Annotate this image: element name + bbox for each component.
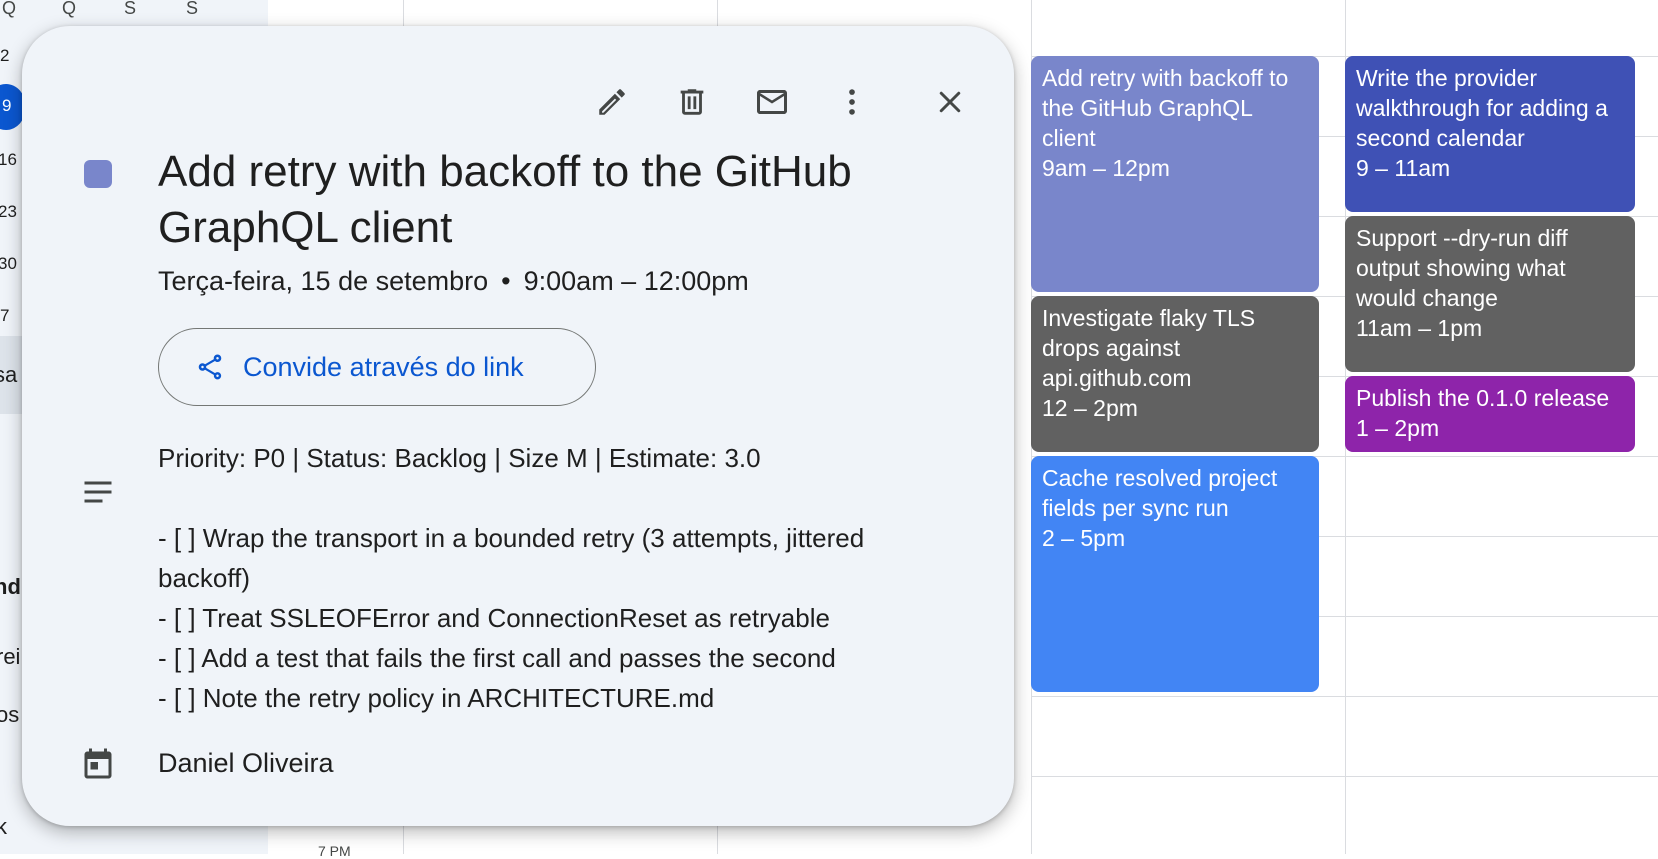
- close-icon: [939, 91, 961, 113]
- event-title: Add retry with backoff to the GitHub Gra…: [1042, 65, 1289, 151]
- event-detail-card: Add retry with backoff to the GitHub Gra…: [22, 26, 1014, 826]
- mini-day-today-label: 9: [2, 96, 12, 115]
- mail-icon: [757, 90, 787, 114]
- event-time: 9am – 12pm: [1042, 155, 1170, 181]
- event-description: Priority: P0 | Status: Backlog | Size M …: [158, 438, 958, 718]
- more-options-button[interactable]: [832, 82, 872, 122]
- weekday-header: S: [124, 0, 137, 18]
- event-time: 2 – 5pm: [1042, 525, 1126, 551]
- event-title: Write the provider walkthrough for addin…: [1356, 65, 1608, 151]
- sidebar-text-fragment: os: [0, 702, 20, 727]
- weekday-header: Q: [2, 0, 17, 18]
- invite-via-link-label: Convide através do link: [243, 351, 524, 382]
- mini-day[interactable]: 23: [0, 202, 17, 222]
- calendar-event[interactable]: Cache resolved project fields per sync r…: [1031, 456, 1319, 692]
- share-icon: [198, 354, 222, 380]
- description-line: - [ ] Note the retry policy in ARCHITECT…: [158, 683, 715, 713]
- event-title: Publish the 0.1.0 release: [1356, 385, 1610, 411]
- event-title: Cache resolved project fields per sync r…: [1042, 465, 1278, 521]
- mini-day[interactable]: 16: [0, 150, 17, 170]
- event-time: 11am – 1pm: [1356, 315, 1483, 341]
- description-line: - [ ] Wrap the transport in a bounded re…: [158, 523, 865, 593]
- calendar-owner: Daniel Oliveira: [158, 748, 334, 778]
- calendar-event[interactable]: Add retry with backoff to the GitHub Gra…: [1031, 56, 1319, 292]
- pencil-icon: [599, 89, 625, 115]
- close-button[interactable]: [930, 82, 970, 122]
- hour-line: [1031, 696, 1658, 697]
- event-time: 9:00am – 12:00pm: [523, 266, 749, 296]
- weekday-header: S: [186, 0, 199, 18]
- sidebar-text-fragment: k: [0, 814, 7, 839]
- event-title: Investigate flaky TLS drops against api.…: [1042, 305, 1256, 391]
- event-date: Terça-feira, 15 de setembro: [158, 266, 489, 296]
- hour-line: [1031, 776, 1658, 777]
- sidebar-text-fragment: nd: [0, 574, 21, 599]
- calendar-event[interactable]: Publish the 0.1.0 release 1 – 2pm: [1345, 376, 1635, 452]
- delete-button[interactable]: [672, 82, 712, 122]
- datetime-separator: •: [501, 266, 511, 296]
- calendar-icon: [84, 748, 112, 779]
- hour-label: 7 PM: [318, 843, 351, 859]
- event-time: 1 – 2pm: [1356, 415, 1440, 441]
- event-title: Support --dry-run diff output showing wh…: [1356, 225, 1568, 311]
- calendar-event[interactable]: Write the provider walkthrough for addin…: [1345, 56, 1635, 212]
- event-time: 9 – 11am: [1356, 155, 1451, 181]
- notes-icon: [84, 481, 112, 503]
- event-time: 12 – 2pm: [1042, 395, 1138, 421]
- trash-icon: [680, 89, 704, 115]
- invite-via-link-button[interactable]: Convide através do link: [158, 328, 596, 406]
- mini-day[interactable]: 7: [0, 306, 9, 326]
- sidebar-text-fragment: rei: [0, 644, 21, 669]
- calendar-event[interactable]: Investigate flaky TLS drops against api.…: [1031, 296, 1319, 452]
- mini-day[interactable]: 30: [0, 254, 17, 274]
- edit-button[interactable]: [592, 82, 632, 122]
- event-datetime: Terça-feira, 15 de setembro • 9:00am – 12:…: [158, 266, 749, 297]
- mini-day[interactable]: 2: [0, 46, 9, 66]
- email-guests-button[interactable]: [752, 82, 792, 122]
- calendar-event[interactable]: Support --dry-run diff output showing wh…: [1345, 216, 1635, 372]
- sidebar-text-fragment: sa: [0, 362, 18, 387]
- description-line: [158, 478, 958, 518]
- weekday-header: Q: [62, 0, 77, 18]
- event-color-swatch: [84, 160, 112, 188]
- description-line: - [ ] Add a test that fails the first ca…: [158, 643, 836, 673]
- description-line: Priority: P0 | Status: Backlog | Size M …: [158, 443, 761, 473]
- description-line: - [ ] Treat SSLEOFError and ConnectionRe…: [158, 603, 830, 633]
- more-vert-icon: [849, 89, 855, 115]
- event-title: Add retry with backoff to the GitHub Gra…: [158, 147, 852, 252]
